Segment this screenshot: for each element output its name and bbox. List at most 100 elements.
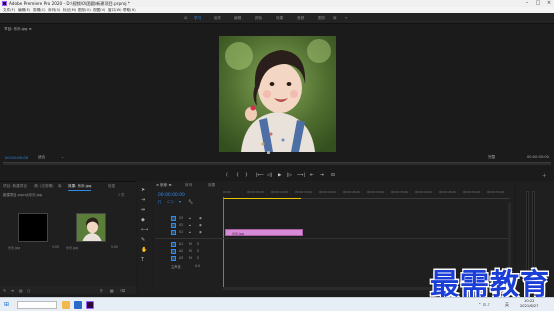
- file-explorer-icon[interactable]: [62, 301, 70, 309]
- tab-source[interactable]: 源: (无剪辑): [34, 184, 54, 189]
- icon-view-icon[interactable]: ▤: [19, 288, 23, 293]
- zoom-fit-select[interactable]: 适合: [38, 155, 45, 160]
- windows-start-icon[interactable]: ⊞: [4, 301, 9, 308]
- eye-icon[interactable]: ◉: [199, 230, 202, 234]
- video-frame-image: [219, 36, 336, 152]
- program-monitor-title[interactable]: 节目: 乐乐.jpg ≡: [4, 27, 32, 32]
- hand-tool-icon[interactable]: ✋: [141, 247, 147, 253]
- project-item-thumbnail[interactable]: [76, 213, 106, 242]
- taskbar-search-box[interactable]: [17, 301, 57, 309]
- workspace-tab-libraries[interactable]: 库: [333, 16, 337, 21]
- mute-icon[interactable]: M: [189, 242, 192, 246]
- solo-icon[interactable]: S: [197, 256, 199, 260]
- mark-out-icon[interactable]: }: [245, 173, 248, 178]
- tab-effects[interactable]: 效果: [208, 183, 215, 188]
- minimize-icon[interactable]: –: [522, 0, 532, 7]
- input-language[interactable]: 英: [505, 302, 509, 308]
- transport-controls: ⟨ { } |⟵ ◁| ▶ |▷ ⟶| ⇤ ⇥ ⊡ ＋: [0, 171, 554, 181]
- workspace-tab-assembly[interactable]: 组件: [214, 16, 221, 21]
- workspace-tab-audio[interactable]: 音频: [297, 16, 304, 21]
- type-tool-icon[interactable]: T: [141, 257, 144, 263]
- solo-icon[interactable]: S: [197, 242, 199, 246]
- mark-in-icon[interactable]: {: [236, 173, 239, 178]
- workspace-tab-learn[interactable]: 学习: [194, 16, 201, 21]
- master-volume-value[interactable]: 0.0: [195, 264, 200, 268]
- track-target-toggle[interactable]: [171, 249, 176, 254]
- workspace-tab-color[interactable]: 颜色: [255, 16, 262, 21]
- play-icon[interactable]: ▶: [278, 173, 281, 178]
- track-target-toggle[interactable]: [171, 223, 176, 228]
- lift-icon[interactable]: ⇤: [310, 173, 314, 178]
- mute-icon[interactable]: M: [189, 249, 192, 253]
- track-target-toggle[interactable]: [171, 216, 176, 221]
- zoom-slider-icon[interactable]: ○: [27, 288, 30, 293]
- close-icon[interactable]: ×: [544, 0, 554, 7]
- step-back-icon[interactable]: ◁|: [267, 173, 272, 178]
- timeline-clip[interactable]: 乐乐.jpg: [225, 229, 303, 236]
- slip-tool-icon[interactable]: ⟷: [141, 227, 148, 233]
- tab-sequence[interactable]: × 乐乐 ≡: [156, 183, 172, 188]
- track-select-tool-icon[interactable]: ⇥: [141, 197, 145, 203]
- tab-project[interactable]: 项目: 新建项目: [3, 184, 27, 189]
- tab-libraries[interactable]: 库: [58, 184, 62, 189]
- tab-effect-controls[interactable]: 效果: 乐乐.jpg: [68, 184, 92, 191]
- eye-icon[interactable]: ◉: [199, 223, 202, 227]
- export-frame-icon[interactable]: ⊡: [331, 173, 335, 178]
- project-item-label[interactable]: 乐乐.jpg: [66, 245, 78, 250]
- monitor-playhead-marker[interactable]: [267, 151, 270, 154]
- project-item-label[interactable]: 乐乐.jpg: [8, 245, 20, 250]
- lock-icon[interactable]: 🔒︎: [189, 216, 191, 220]
- step-forward-icon[interactable]: |▷: [287, 173, 292, 178]
- tab-sequence-2[interactable]: 序列: [185, 183, 192, 188]
- timeline-playhead[interactable]: [223, 197, 224, 289]
- razor-tool-icon[interactable]: ◆: [141, 217, 145, 223]
- playback-resolution-select[interactable]: 完整: [488, 155, 495, 160]
- work-area-bar[interactable]: [223, 198, 301, 199]
- workspace-more-icon[interactable]: »: [345, 15, 347, 20]
- snap-icon[interactable]: ⋂: [158, 199, 161, 204]
- workspace-tab-effects[interactable]: 效果: [276, 16, 283, 21]
- monitor-scrub-bar[interactable]: [3, 162, 551, 165]
- new-item-icon[interactable]: ▦: [110, 288, 114, 293]
- go-to-out-icon[interactable]: ⟶|: [297, 173, 305, 178]
- browser-icon[interactable]: [74, 301, 82, 309]
- track-target-toggle[interactable]: [171, 230, 176, 235]
- pencil-icon[interactable]: ✎: [3, 288, 6, 293]
- eye-icon[interactable]: ◉: [199, 216, 202, 220]
- go-to-in-icon[interactable]: |⟵: [256, 173, 264, 178]
- project-item-thumbnail[interactable]: [18, 213, 48, 242]
- chevron-down-icon[interactable]: ⌄: [61, 155, 64, 159]
- add-marker-icon[interactable]: ▾: [179, 199, 181, 204]
- add-marker-icon[interactable]: ⟨: [226, 173, 228, 178]
- mute-icon[interactable]: M: [189, 256, 192, 260]
- linked-selection-icon[interactable]: ⊂⊃: [167, 199, 174, 204]
- list-view-icon[interactable]: ≡: [11, 288, 14, 293]
- tab-info[interactable]: 信息: [108, 184, 115, 189]
- program-timecode[interactable]: 00:00:00:00: [5, 155, 28, 160]
- trash-icon[interactable]: ⌫: [120, 288, 125, 293]
- video-audio-divider[interactable]: [155, 238, 510, 239]
- project-path: 新建项目.prproj\乐乐.jpg: [3, 193, 42, 197]
- lock-icon[interactable]: 🔒︎: [189, 230, 191, 234]
- extract-icon[interactable]: ⇥: [320, 173, 324, 178]
- program-duration: 00:00:05:00: [527, 155, 549, 159]
- button-editor-icon[interactable]: ＋: [542, 173, 547, 179]
- track-target-toggle[interactable]: [171, 242, 176, 247]
- master-track-label: 主声道: [171, 265, 181, 269]
- system-tray-icons[interactable]: ⌃ ⊡ ♪: [478, 302, 490, 307]
- ripple-edit-tool-icon[interactable]: ⇹: [141, 207, 145, 213]
- home-icon[interactable]: ⌂: [184, 15, 190, 21]
- taskbar-clock[interactable]: 10:22 2021/6/27: [520, 299, 538, 309]
- workspace-tab-editing[interactable]: 编辑: [234, 16, 241, 21]
- premiere-taskbar-icon[interactable]: [86, 301, 94, 309]
- selection-tool-icon[interactable]: ➤: [141, 187, 145, 193]
- workspace-tab-graphics[interactable]: 图形: [318, 16, 325, 21]
- wrench-icon[interactable]: 🔧︎: [188, 199, 193, 204]
- track-target-toggle[interactable]: [171, 256, 176, 261]
- lock-icon[interactable]: 🔒︎: [189, 223, 191, 227]
- find-icon[interactable]: ⚲: [100, 288, 103, 293]
- pen-tool-icon[interactable]: ✎: [141, 237, 145, 243]
- timeline-timecode[interactable]: 00:00:00:00: [158, 193, 185, 198]
- maximize-icon[interactable]: □: [533, 0, 543, 7]
- solo-icon[interactable]: S: [197, 249, 199, 253]
